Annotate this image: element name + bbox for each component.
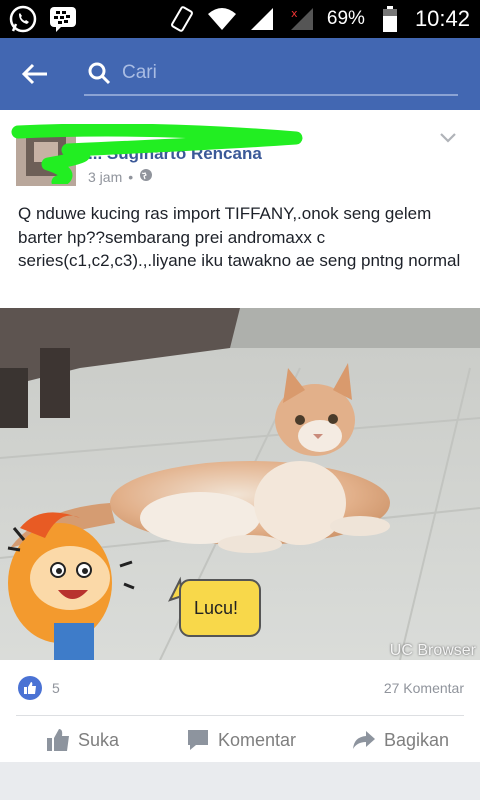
like-label: Suka — [78, 729, 120, 750]
share-arrow-icon — [353, 731, 375, 749]
like-count: 5 — [52, 680, 60, 696]
back-arrow-icon — [21, 63, 47, 85]
post-meta: 3 jam • — [88, 168, 153, 185]
bbm-icon — [48, 4, 78, 34]
uc-browser-watermark: UC Browser — [389, 642, 476, 659]
vibrate-icon — [167, 4, 197, 34]
comment-icon — [188, 730, 208, 750]
action-bar: Suka Komentar Bagikan — [0, 720, 480, 760]
post-photo[interactable]: Lucu! UC Browser — [0, 308, 480, 660]
like-button[interactable]: Suka — [46, 728, 119, 752]
like-reaction-icon — [18, 676, 42, 700]
post-header: ... Sugiharto Rencana 3 jam • — [11, 124, 466, 196]
sticker-text: Lucu! — [194, 598, 239, 618]
signal-icon — [247, 4, 277, 34]
divider — [16, 715, 464, 716]
globe-icon — [139, 168, 153, 185]
thumbs-up-icon — [47, 729, 69, 751]
svg-text:x: x — [291, 7, 298, 20]
chevron-down-icon[interactable] — [436, 126, 460, 150]
post-card: ... Sugiharto Rencana 3 jam • Q nduwe ku… — [0, 110, 480, 762]
search-bar[interactable] — [84, 52, 458, 96]
avatar[interactable] — [16, 126, 76, 186]
status-bar: x 69% 10:42 — [0, 0, 480, 38]
search-header — [0, 38, 480, 110]
search-input[interactable] — [122, 62, 442, 84]
whatsapp-icon — [8, 4, 38, 34]
comment-count[interactable]: 27 Komentar — [384, 680, 464, 696]
wifi-icon — [207, 4, 237, 34]
meta-dot: • — [128, 168, 134, 185]
post-time[interactable]: 3 jam — [88, 169, 122, 185]
share-label: Bagikan — [384, 729, 450, 750]
battery-icon — [375, 4, 405, 34]
comment-button[interactable]: Komentar — [186, 728, 296, 752]
search-icon — [84, 58, 114, 88]
reactions-bar[interactable]: 5 27 Komentar — [18, 673, 464, 703]
comment-label: Komentar — [218, 729, 297, 750]
share-button[interactable]: Bagikan — [352, 728, 449, 752]
author-name[interactable]: ... Sugiharto Rencana — [88, 144, 262, 164]
post-text: Q nduwe kucing ras import TIFFANY,.onok … — [18, 204, 461, 270]
back-button[interactable] — [0, 38, 70, 110]
no-signal-icon: x — [287, 4, 317, 34]
clock: 10:42 — [414, 6, 470, 31]
battery-percent: 69% — [326, 8, 365, 29]
